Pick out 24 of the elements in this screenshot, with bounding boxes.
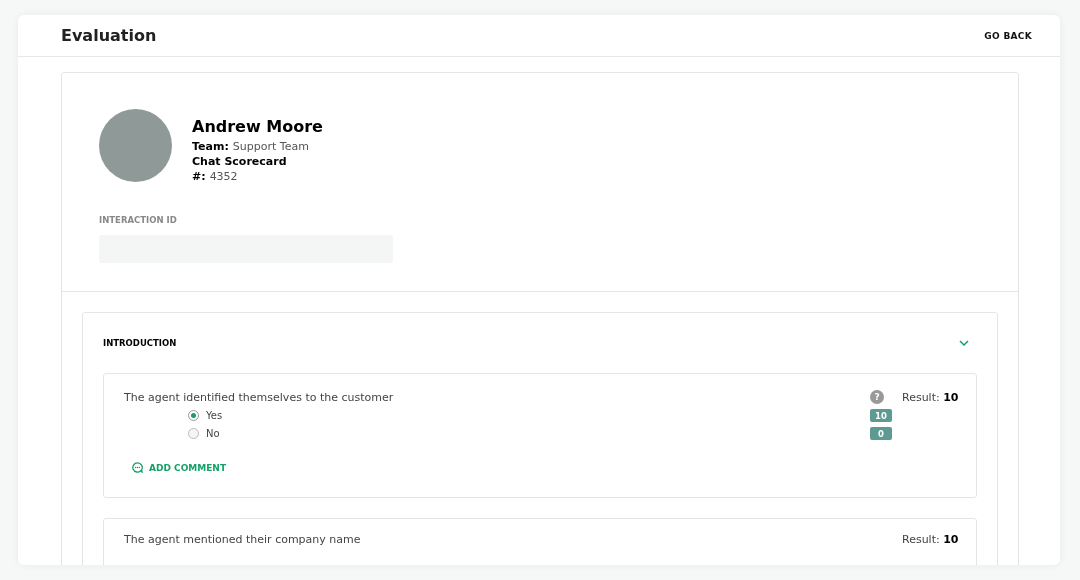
chevron-icon[interactable] bbox=[959, 340, 969, 346]
add-comment-link[interactable]: ADD COMMENT bbox=[124, 462, 227, 473]
option-label: Yes bbox=[206, 410, 223, 421]
number-label: #: bbox=[192, 170, 206, 183]
team-value: Support Team bbox=[232, 140, 309, 153]
radio-button[interactable] bbox=[188, 410, 199, 421]
radio-button[interactable] bbox=[188, 428, 199, 439]
question-text: The agent mentioned their company name bbox=[124, 533, 361, 546]
question-text: The agent identified themselves to the customer bbox=[124, 390, 394, 404]
result-text: Result: 10 bbox=[902, 390, 960, 404]
number-value: 4352 bbox=[209, 170, 238, 183]
comment-icon bbox=[132, 462, 143, 473]
section-title: INTRODUCTION bbox=[103, 338, 177, 348]
option-label: No bbox=[206, 428, 220, 439]
go-back-link[interactable]: GO BACK bbox=[984, 30, 1032, 41]
agent-name: Andrew Moore bbox=[192, 117, 323, 136]
help-icon[interactable]: ? bbox=[870, 390, 884, 404]
interaction-id-label: INTERACTION ID bbox=[99, 215, 178, 225]
score-badge: 0 bbox=[870, 427, 892, 440]
score-badge: 10 bbox=[870, 409, 892, 422]
team-label: Team: bbox=[192, 140, 229, 153]
result-text: Result: 10 bbox=[902, 533, 960, 546]
page-title: Evaluation bbox=[61, 26, 157, 45]
scorecard-name: Chat Scorecard bbox=[192, 155, 288, 168]
